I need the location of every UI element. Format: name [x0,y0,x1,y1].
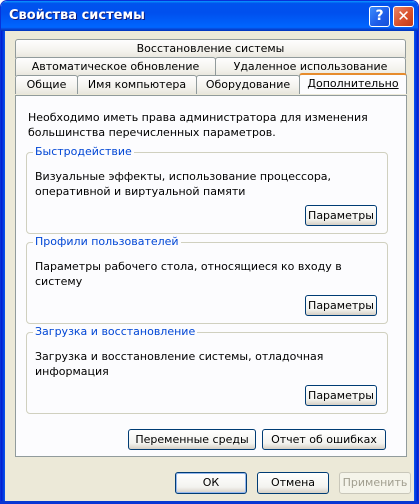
button-label: Параметры [308,209,374,222]
advanced-tab-panel: Необходимо иметь права администратора дл… [15,95,407,457]
tab-general[interactable]: Общие [15,75,78,94]
button-label: Параметры [308,389,374,402]
tab-automatic-updates[interactable]: Автоматическое обновление [15,57,216,76]
startup-recovery-group: Загрузка и восстановление Загрузка и вос… [26,325,388,414]
startup-recovery-description: Загрузка и восстановление системы, отлад… [35,350,324,378]
performance-description: Визуальные эффекты, использование процес… [35,170,332,198]
startup-recovery-group-title: Загрузка и восстановление [33,325,198,338]
close-button[interactable]: ✕ [393,6,414,27]
tab-hardware[interactable]: Оборудование [196,75,300,94]
ok-button[interactable]: ОК [175,472,247,494]
user-profiles-group-title: Профили пользователей [33,235,181,248]
user-profiles-group: Профили пользователей Параметры рабочего… [26,235,388,324]
title-bar[interactable]: Свойства системы ? ✕ [1,1,418,31]
tab-advanced[interactable]: Дополнительно [299,73,407,94]
tab-label: Автоматическое обновление [31,60,200,73]
tab-label: Общие [26,78,67,91]
help-button[interactable]: ? [369,6,390,27]
tab-label: Восстановление системы [136,42,285,55]
button-label: Параметры [308,299,374,312]
help-icon: ? [375,8,384,24]
button-label: Применить [342,476,408,489]
admin-notice: Необходимо иметь права администратора дл… [28,111,368,139]
system-properties-window: Свойства системы ? ✕ Восстановление сист… [0,0,419,504]
user-profiles-description: Параметры рабочего стола, относящиеся ко… [35,260,342,288]
tab-label: Дополнительно [307,77,399,90]
window-frame-left [1,31,5,503]
tab-label: Имя компьютера [87,78,187,91]
error-reporting-button[interactable]: Отчет об ошибках [262,429,386,450]
apply-button[interactable]: Применить [339,472,411,494]
environment-variables-button[interactable]: Переменные среды [128,429,256,450]
button-label: Отчет об ошибках [271,433,377,446]
window-title: Свойства системы [9,8,145,23]
cancel-button[interactable]: Отмена [257,472,329,494]
user-profiles-settings-button[interactable]: Параметры [305,295,377,316]
close-icon: ✕ [397,7,410,25]
tab-system-restore[interactable]: Восстановление системы [15,39,406,58]
startup-recovery-settings-button[interactable]: Параметры [305,385,377,406]
window-frame-right [414,31,418,503]
button-label: Отмена [270,476,316,489]
performance-settings-button[interactable]: Параметры [305,205,377,226]
tab-label: Удаленное использование [233,60,388,73]
tab-label: Оборудование [205,78,291,91]
performance-group-title: Быстродействие [33,145,134,158]
button-label: ОК [202,476,220,489]
tab-computer-name[interactable]: Имя компьютера [77,75,197,94]
performance-group: Быстродействие Визуальные эффекты, испол… [26,145,388,234]
button-label: Переменные среды [135,433,249,446]
